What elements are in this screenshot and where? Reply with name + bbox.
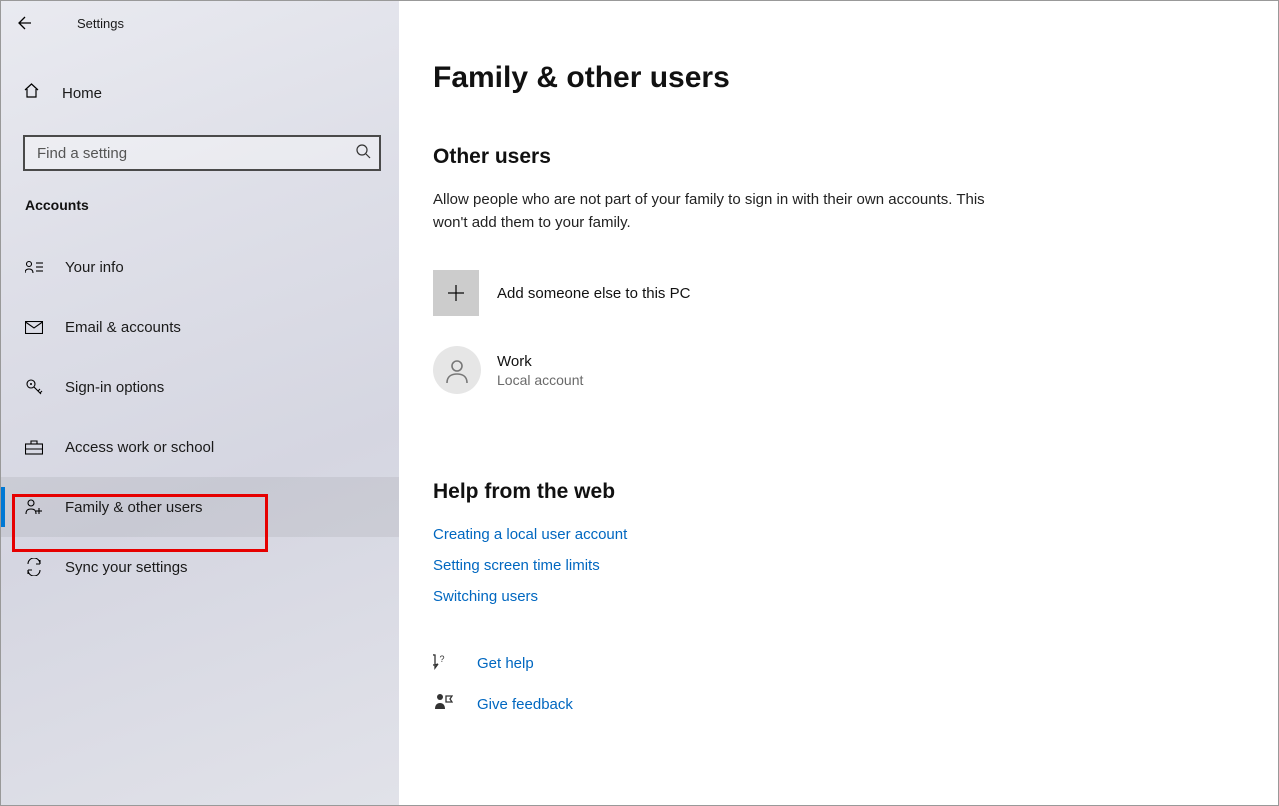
- page-title: Family & other users: [433, 61, 1238, 95]
- get-help-link[interactable]: ? Get help: [433, 651, 1238, 676]
- user-account-row[interactable]: Work Local account: [433, 346, 1238, 394]
- briefcase-icon: [25, 440, 43, 455]
- nav-sync-settings[interactable]: Sync your settings: [1, 537, 399, 597]
- sync-icon: [25, 558, 43, 576]
- home-icon: [23, 82, 40, 104]
- section-other-users-desc: Allow people who are not part of your fa…: [433, 189, 993, 234]
- help-heading: Help from the web: [433, 480, 1238, 504]
- give-feedback-link[interactable]: Give feedback: [433, 692, 1238, 717]
- help-link-switching-users[interactable]: Switching users: [433, 588, 1238, 605]
- back-button[interactable]: [1, 1, 45, 45]
- mail-icon: [25, 321, 43, 334]
- give-feedback-label: Give feedback: [477, 696, 573, 713]
- home-label: Home: [62, 85, 102, 102]
- nav-email-accounts[interactable]: Email & accounts: [1, 297, 399, 357]
- help-link-screen-time[interactable]: Setting screen time limits: [433, 557, 1238, 574]
- key-icon: [25, 378, 43, 396]
- search-icon: [355, 143, 371, 164]
- nav-access-work-school[interactable]: Access work or school: [1, 417, 399, 477]
- category-heading: Accounts: [25, 197, 399, 213]
- sidebar: Settings Home Accounts Your info Email &…: [1, 1, 399, 805]
- get-help-label: Get help: [477, 655, 534, 672]
- main-content: Family & other users Other users Allow p…: [399, 1, 1278, 805]
- nav-family-other-users[interactable]: Family & other users: [1, 477, 399, 537]
- user-type: Local account: [497, 372, 583, 388]
- help-link-local-account[interactable]: Creating a local user account: [433, 526, 1238, 543]
- user-name: Work: [497, 353, 583, 370]
- avatar-icon: [433, 346, 481, 394]
- nav-label: Family & other users: [65, 499, 203, 516]
- search-box[interactable]: [23, 135, 381, 171]
- home-nav[interactable]: Home: [1, 71, 399, 115]
- nav-label: Access work or school: [65, 439, 214, 456]
- section-other-users-heading: Other users: [433, 145, 1238, 169]
- nav-signin-options[interactable]: Sign-in options: [1, 357, 399, 417]
- add-user-button[interactable]: Add someone else to this PC: [433, 270, 1238, 316]
- help-icon: ?: [433, 651, 453, 676]
- nav-your-info[interactable]: Your info: [1, 237, 399, 297]
- search-input[interactable]: [37, 145, 355, 162]
- person-card-icon: [25, 260, 43, 274]
- svg-text:?: ?: [439, 654, 444, 664]
- plus-icon: [433, 270, 479, 316]
- titlebar: Settings: [1, 1, 399, 45]
- people-add-icon: [25, 499, 43, 515]
- nav-label: Sign-in options: [65, 379, 164, 396]
- nav-label: Your info: [65, 259, 124, 276]
- nav-label: Email & accounts: [65, 319, 181, 336]
- add-user-label: Add someone else to this PC: [497, 285, 690, 302]
- window-title: Settings: [77, 16, 124, 31]
- nav-label: Sync your settings: [65, 559, 188, 576]
- feedback-icon: [433, 692, 453, 717]
